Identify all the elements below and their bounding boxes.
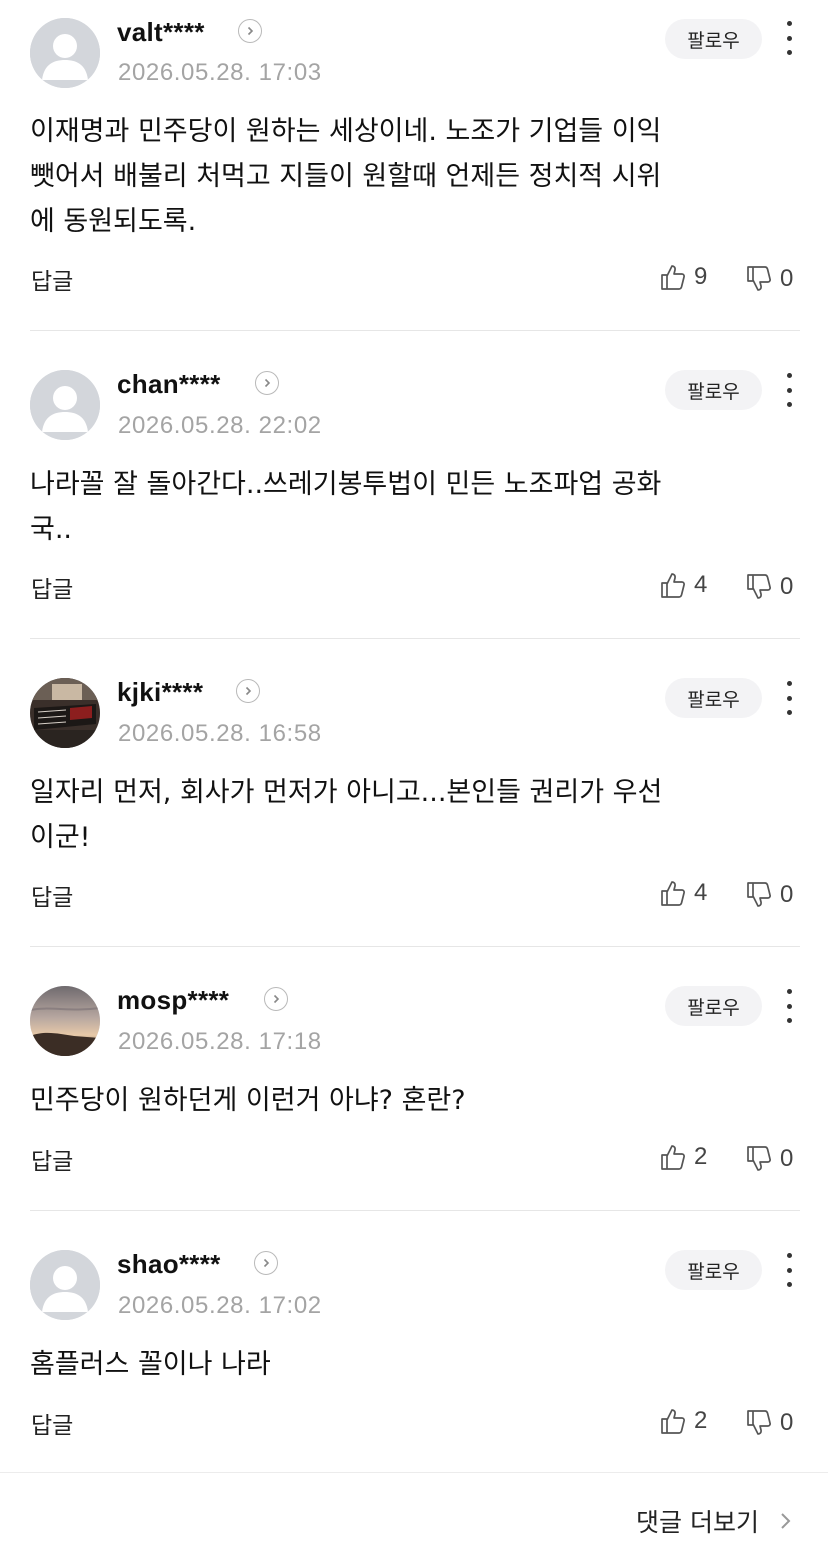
comment-text-line: 나라꼴 잘 돌아간다..쓰레기봉투법이 민든 노조파업 공화 <box>30 469 662 500</box>
divider <box>30 330 800 331</box>
avatar[interactable] <box>30 986 100 1056</box>
reply-button[interactable]: 답글 <box>31 878 73 912</box>
thumbs-down-icon <box>747 266 771 291</box>
username[interactable]: mosp**** <box>117 985 229 1016</box>
reply-button[interactable]: 답글 <box>31 262 73 296</box>
follow-button[interactable]: 팔로우 <box>665 678 762 718</box>
divider <box>0 1472 828 1473</box>
username[interactable]: chan**** <box>117 369 221 400</box>
comment-text: 민주당이 원하던게 이런거 아냐? 혼란? <box>30 1078 775 1123</box>
thumbs-down-icon <box>747 1410 771 1435</box>
comment-text-line: 에 동원되도록. <box>30 206 197 237</box>
avatar[interactable] <box>30 1250 100 1320</box>
chevron-right-icon[interactable] <box>254 1251 278 1275</box>
comment-text-line: 일자리 먼저, 회사가 먼저가 아니고...본인들 권리가 우선 <box>30 777 663 808</box>
reply-button[interactable]: 답글 <box>31 1406 73 1440</box>
divider <box>30 946 800 947</box>
more-comments-button[interactable]: 댓글 더보기 <box>636 1503 797 1539</box>
dislike-button[interactable]: 0 <box>746 1406 793 1440</box>
comment-date: 2026.05.28. 17:18 <box>118 1028 322 1055</box>
avatar[interactable] <box>30 370 100 440</box>
more-options-icon[interactable] <box>782 681 796 715</box>
more-options-icon[interactable] <box>782 989 796 1023</box>
username[interactable]: kjki**** <box>117 677 203 708</box>
more-comments-label: 댓글 더보기 <box>636 1508 759 1537</box>
comment-text: 일자리 먼저, 회사가 먼저가 아니고...본인들 권리가 우선 이군! <box>30 770 775 860</box>
dislike-button[interactable]: 0 <box>746 262 793 296</box>
thumbs-down-icon <box>747 1146 771 1171</box>
follow-button[interactable]: 팔로우 <box>665 986 762 1026</box>
like-count: 2 <box>694 1407 708 1434</box>
like-button[interactable]: 9 <box>660 260 707 294</box>
username[interactable]: valt**** <box>117 17 205 48</box>
comment-text-line: 뺏어서 배불리 처먹고 지들이 원할때 언제든 정치적 시위 <box>30 161 662 192</box>
comment-text: 홈플러스 꼴이나 나라 <box>30 1342 775 1387</box>
thumbs-up-icon <box>661 1145 685 1170</box>
thumbs-up-icon <box>661 881 685 906</box>
comment-date: 2026.05.28. 16:58 <box>118 720 322 747</box>
like-count: 2 <box>694 1143 708 1170</box>
reply-button[interactable]: 답글 <box>31 1142 73 1176</box>
chevron-right-icon <box>781 1513 791 1529</box>
thumbs-down-icon <box>747 882 771 907</box>
like-button[interactable]: 4 <box>660 568 707 602</box>
like-button[interactable]: 2 <box>660 1140 707 1174</box>
reply-button[interactable]: 답글 <box>31 570 73 604</box>
dislike-count: 0 <box>780 573 794 600</box>
comment-text-line: 국.. <box>30 514 73 545</box>
comment-text-line: 홈플러스 꼴이나 나라 <box>30 1349 271 1380</box>
comment-text-line: 이군! <box>30 822 91 853</box>
dislike-count: 0 <box>780 881 794 908</box>
thumbs-up-icon <box>661 1409 685 1434</box>
more-options-icon[interactable] <box>782 1253 796 1287</box>
dislike-count: 0 <box>780 1409 794 1436</box>
thumbs-up-icon <box>661 265 685 290</box>
comment-date: 2026.05.28. 17:02 <box>118 1292 322 1319</box>
follow-button[interactable]: 팔로우 <box>665 19 762 59</box>
avatar[interactable] <box>30 18 100 88</box>
thumbs-down-icon <box>747 574 771 599</box>
dislike-button[interactable]: 0 <box>746 1142 793 1176</box>
like-button[interactable]: 2 <box>660 1404 707 1438</box>
like-count: 4 <box>694 879 708 906</box>
comment-text: 이재명과 민주당이 원하는 세상이네. 노조가 기업들 이익 뺏어서 배불리 처… <box>30 109 775 244</box>
avatar[interactable] <box>30 678 100 748</box>
divider <box>30 1210 800 1211</box>
follow-button[interactable]: 팔로우 <box>665 1250 762 1290</box>
comment-text-line: 민주당이 원하던게 이런거 아냐? 혼란? <box>30 1085 466 1116</box>
chevron-right-icon[interactable] <box>255 371 279 395</box>
thumbs-up-icon <box>661 573 685 598</box>
chevron-right-icon[interactable] <box>238 19 262 43</box>
dislike-button[interactable]: 0 <box>746 878 793 912</box>
dislike-count: 0 <box>780 1145 794 1172</box>
like-count: 9 <box>694 263 708 290</box>
dislike-button[interactable]: 0 <box>746 570 793 604</box>
more-options-icon[interactable] <box>782 21 796 55</box>
chevron-right-icon[interactable] <box>236 679 260 703</box>
chevron-right-icon[interactable] <box>264 987 288 1011</box>
comment-text: 나라꼴 잘 돌아간다..쓰레기봉투법이 민든 노조파업 공화 국.. <box>30 462 775 552</box>
comment-date: 2026.05.28. 22:02 <box>118 412 322 439</box>
more-options-icon[interactable] <box>782 373 796 407</box>
divider <box>30 638 800 639</box>
like-count: 4 <box>694 571 708 598</box>
username[interactable]: shao**** <box>117 1249 221 1280</box>
like-button[interactable]: 4 <box>660 876 707 910</box>
dislike-count: 0 <box>780 265 794 292</box>
comment-date: 2026.05.28. 17:03 <box>118 59 322 86</box>
follow-button[interactable]: 팔로우 <box>665 370 762 410</box>
comment-text-line: 이재명과 민주당이 원하는 세상이네. 노조가 기업들 이익 <box>30 116 662 147</box>
